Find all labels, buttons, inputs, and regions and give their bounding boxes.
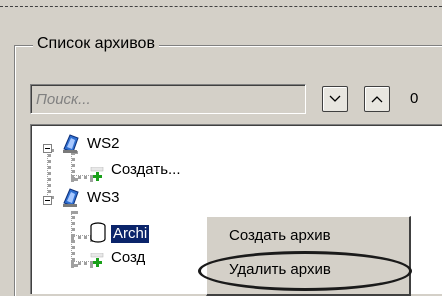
database-icon (90, 222, 106, 243)
computer-icon (63, 188, 79, 207)
search-field[interactable] (30, 84, 306, 114)
add-icon (90, 167, 104, 181)
previous-button[interactable] (364, 86, 390, 112)
chevron-down-icon (329, 95, 341, 102)
tree-node-ws2[interactable]: WS2 (87, 135, 120, 153)
collapse-toggle[interactable] (43, 144, 52, 153)
highlight-ellipse (198, 251, 412, 291)
result-count: 0 (410, 90, 419, 107)
tree-node-create-ws3[interactable]: Созд (111, 249, 145, 267)
groupbox-title: Список архивов (33, 34, 159, 54)
computer-icon (63, 134, 79, 153)
top-divider (0, 6, 442, 7)
tree-connector (71, 211, 75, 267)
tree-node-archive[interactable]: Archi (111, 225, 150, 243)
tree-connector (47, 149, 51, 199)
menu-item-create-archive[interactable]: Создать архив (229, 227, 331, 245)
add-icon (90, 253, 104, 267)
collapse-toggle[interactable] (43, 196, 52, 205)
chevron-up-icon (371, 96, 383, 103)
next-button[interactable] (322, 86, 348, 112)
tree-node-ws3[interactable]: WS3 (87, 189, 120, 207)
tree-node-create-ws2[interactable]: Создать... (111, 161, 181, 179)
search-input[interactable] (34, 88, 304, 110)
